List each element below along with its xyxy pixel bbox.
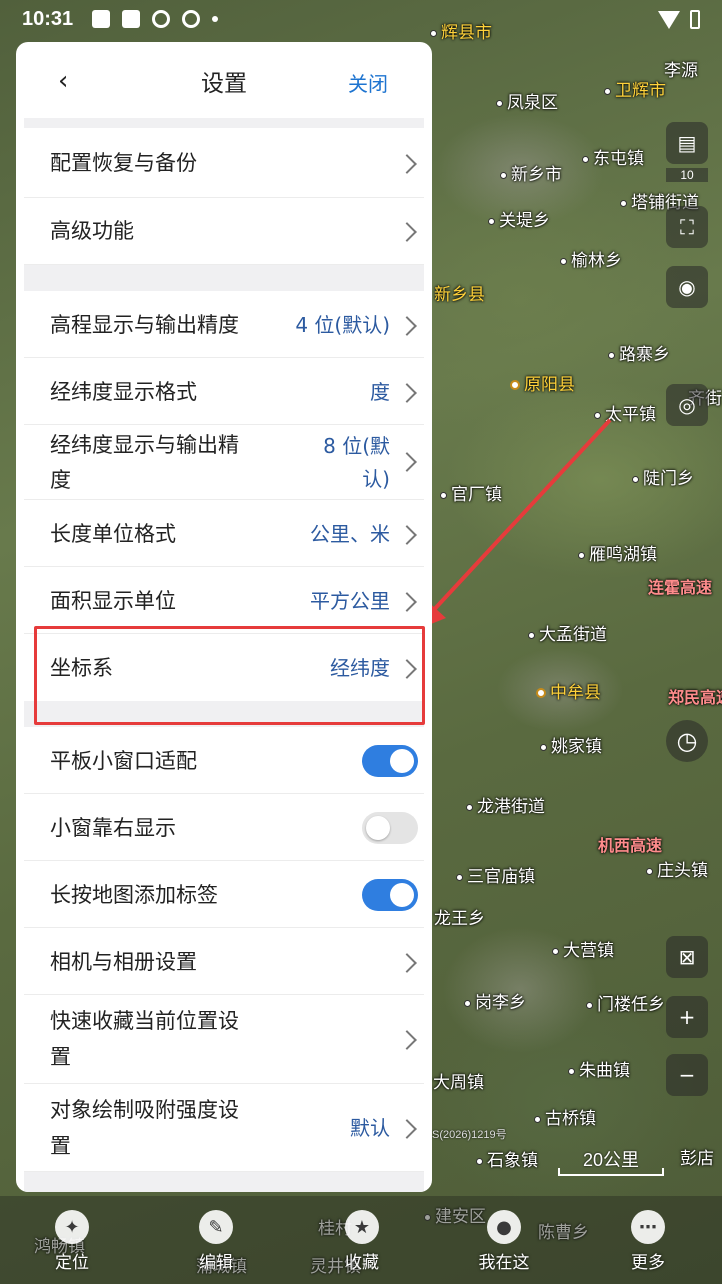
row-label: 相机与相册设置 [50, 950, 197, 974]
screenshot-icon[interactable]: ◎ [666, 384, 708, 426]
row-label: 置 [50, 1045, 71, 1069]
settings-row-config-backup[interactable]: 配置恢复与备份 [24, 128, 424, 198]
zoom-in-icon[interactable]: + [666, 996, 708, 1038]
chevron-right-icon [397, 592, 417, 612]
scale-bar [558, 1168, 664, 1176]
row-label: 置 [50, 1134, 71, 1158]
chevron-right-icon [397, 452, 417, 472]
location-pin-icon: ● [487, 1210, 521, 1244]
settings-row-snap-strength[interactable]: 对象绘制吸附强度设 置 默认 [24, 1084, 424, 1172]
row-value: 平方公里 [310, 589, 390, 613]
window-right-toggle[interactable] [362, 812, 418, 844]
battery-icon [690, 10, 700, 29]
fullscreen-icon[interactable]: ⛶ [666, 206, 708, 248]
settings-row-quick-favorite[interactable]: 快速收藏当前位置设 置 [24, 995, 424, 1084]
chevron-right-icon [397, 383, 417, 403]
nav-label: 我在这 [478, 1253, 530, 1273]
row-label: 度 [50, 468, 71, 492]
settings-row-tablet-window[interactable]: 平板小窗口适配 [24, 727, 424, 794]
panel-header: ‹ 设置 关闭 [16, 42, 432, 120]
section-gap [24, 118, 424, 128]
nav-locate[interactable]: ✦ 定位 [22, 1196, 122, 1284]
settings-row-length-unit[interactable]: 长度单位格式 公里、米 [24, 500, 424, 567]
highlight-box [34, 626, 425, 725]
zoom-out-icon[interactable]: − [666, 1054, 708, 1096]
settings-row-latlng-precision[interactable]: 经纬度显示与输出精 度 8 位(默 认) [24, 425, 424, 500]
wifi-icon [658, 10, 680, 29]
nav-more[interactable]: ⋯ 更多 [598, 1196, 698, 1284]
row-value: 度 [370, 380, 390, 404]
nav-here[interactable]: ● 我在这 [454, 1196, 554, 1284]
nav-label: 定位 [55, 1253, 89, 1273]
chevron-right-icon [397, 1119, 417, 1139]
section-gap [24, 1172, 424, 1192]
longpress-tag-toggle[interactable] [362, 879, 418, 911]
chevron-right-icon [397, 525, 417, 545]
row-label: 经纬度显示与输出精 [50, 433, 239, 457]
layer-count: 10 [666, 168, 708, 182]
sync-icon [182, 10, 200, 28]
map-type-icon[interactable]: ⊠ [666, 936, 708, 978]
row-label: 面积显示单位 [50, 589, 176, 613]
status-bar: 10:31 [0, 0, 722, 40]
chevron-right-icon [397, 1030, 417, 1050]
close-button[interactable]: 关闭 [348, 68, 388, 97]
row-value: 公里、米 [310, 522, 390, 546]
settings-row-longpress-tag[interactable]: 长按地图添加标签 [24, 861, 424, 928]
row-label: 平板小窗口适配 [50, 749, 197, 773]
pencil-icon: ✎ [199, 1210, 233, 1244]
app-icon [122, 10, 140, 28]
settings-row-elevation-precision[interactable]: 高程显示与输出精度 4 位(默认) [24, 291, 424, 358]
row-value: 4 位(默认) [295, 313, 390, 337]
settings-row-area-unit[interactable]: 面积显示单位 平方公里 [24, 567, 424, 634]
status-time: 10:31 [22, 8, 74, 30]
nav-edit[interactable]: ✎ 编辑 [166, 1196, 266, 1284]
compass-icon: ✦ [55, 1210, 89, 1244]
row-value: 默认 [350, 1116, 390, 1140]
chevron-right-icon [397, 316, 417, 336]
bottom-nav: ✦ 定位 ✎ 编辑 ★ 收藏 ● 我在这 ⋯ 更多 [0, 1196, 722, 1284]
row-label: 快速收藏当前位置设 [50, 1009, 239, 1033]
settings-row-advanced[interactable]: 高级功能 [24, 198, 424, 265]
camera-icon[interactable]: ◉ [666, 266, 708, 308]
section-gap [24, 265, 424, 291]
nav-favorites[interactable]: ★ 收藏 [312, 1196, 412, 1284]
map-copyright: S(2026)1219号 [432, 1129, 507, 1141]
sync-icon [152, 10, 170, 28]
settings-row-latlng-format[interactable]: 经纬度显示格式 度 [24, 358, 424, 425]
chevron-right-icon [397, 154, 417, 174]
settings-row-camera[interactable]: 相机与相册设置 [24, 928, 424, 995]
history-icon[interactable]: ◷ [666, 720, 708, 762]
nav-label: 编辑 [199, 1253, 233, 1273]
map-layers-icon[interactable]: ▤ [666, 122, 708, 164]
chevron-right-icon [397, 953, 417, 973]
row-label: 小窗靠右显示 [50, 816, 176, 840]
settings-panel: ‹ 设置 关闭 配置恢复与备份 高级功能 高程显示与输出精度 4 位(默认) 经… [16, 42, 432, 1192]
row-label: 配置恢复与备份 [50, 151, 197, 175]
row-value: 8 位(默 [323, 434, 390, 458]
notification-dot-icon [212, 16, 218, 22]
more-icon: ⋯ [631, 1210, 665, 1244]
row-label: 高程显示与输出精度 [50, 313, 239, 337]
gallery-icon [92, 10, 110, 28]
settings-row-window-right[interactable]: 小窗靠右显示 [24, 794, 424, 861]
row-label: 长按地图添加标签 [50, 883, 218, 907]
row-label: 长度单位格式 [50, 522, 176, 546]
row-label: 对象绘制吸附强度设 [50, 1098, 239, 1122]
chevron-right-icon [397, 222, 417, 242]
row-value: 认) [362, 467, 390, 491]
row-label: 经纬度显示格式 [50, 380, 197, 404]
star-icon: ★ [345, 1210, 379, 1244]
row-label: 高级功能 [50, 219, 134, 243]
nav-label: 更多 [631, 1253, 665, 1273]
tablet-window-toggle[interactable] [362, 745, 418, 777]
nav-label: 收藏 [345, 1253, 379, 1273]
